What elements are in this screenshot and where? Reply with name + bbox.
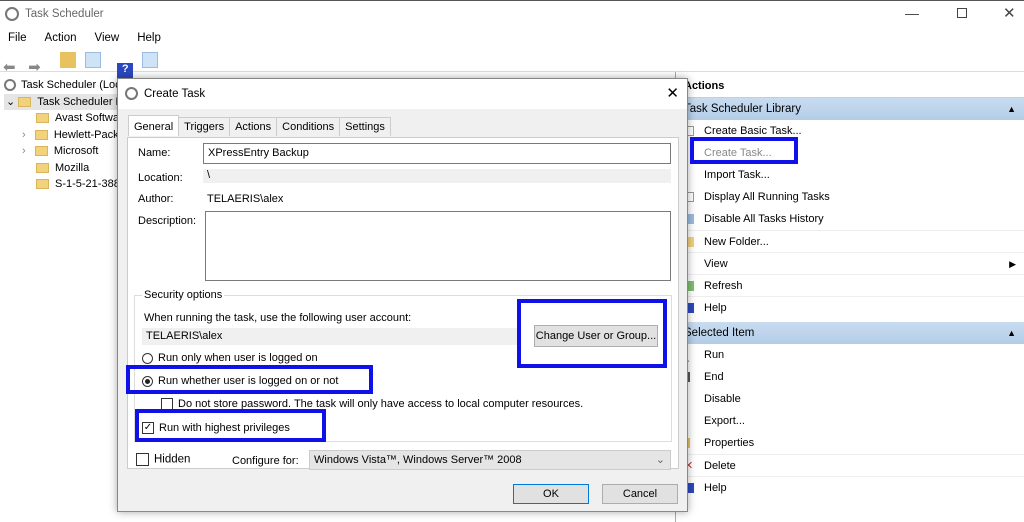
menu-help[interactable]: Help <box>137 32 161 44</box>
folder-icon <box>36 162 49 173</box>
back-icon[interactable]: ⬅ <box>3 60 19 76</box>
folder-icon <box>36 113 49 124</box>
security-options-legend: Security options <box>142 289 225 301</box>
expand-chevron-icon[interactable]: › <box>22 129 35 141</box>
folder-icon <box>34 146 48 157</box>
account-prompt: When running the task, use the following… <box>144 312 412 324</box>
tab-actions[interactable]: Actions <box>229 117 278 136</box>
action-display-running-tasks[interactable]: Display All Running Tasks <box>676 186 1024 208</box>
dialog-title: Create Task <box>144 88 206 100</box>
window-title: Task Scheduler <box>25 8 104 20</box>
action-properties[interactable]: Properties <box>676 432 1024 454</box>
description-label: Description: <box>138 215 197 227</box>
show-hide-console-tree-icon[interactable] <box>85 52 102 68</box>
account-value: TELAERIS\alex <box>142 328 520 345</box>
ok-button[interactable]: OK <box>513 484 589 504</box>
checkbox-hidden[interactable]: Hidden <box>136 453 190 466</box>
author-label: Author: <box>138 193 174 205</box>
tab-general[interactable]: General <box>128 115 180 136</box>
action-import-task[interactable]: Import Task... <box>676 164 1024 186</box>
minimize-button[interactable]: — <box>905 5 919 21</box>
action-delete[interactable]: ✕ Delete <box>676 454 1024 476</box>
radio-run-only-logged-on[interactable]: Run only when user is logged on <box>142 352 318 364</box>
checkbox[interactable] <box>136 453 149 466</box>
action-run[interactable]: ▸Run <box>676 344 1024 367</box>
section-selected-item[interactable]: Selected Item ▲ <box>676 322 1024 344</box>
maximize-button[interactable] <box>957 8 967 18</box>
action-refresh[interactable]: Refresh <box>676 274 1024 296</box>
configure-for-select[interactable]: Windows Vista™, Windows Server™ 2008 ⌄ <box>309 450 671 470</box>
submenu-arrow-icon: ▶ <box>1009 259 1016 269</box>
author-value: TELAERIS\alex <box>207 193 284 205</box>
collapse-icon[interactable]: ▲ <box>1007 322 1016 344</box>
action-export[interactable]: Export... <box>676 410 1024 432</box>
dialog-title-bar: Create Task ✕ <box>118 79 687 109</box>
name-label: Name: <box>138 147 171 159</box>
menu-bar: File Action View Help <box>0 28 171 48</box>
name-input[interactable]: XPressEntry Backup <box>203 143 671 164</box>
radio-button[interactable] <box>142 352 153 364</box>
action-end[interactable]: End <box>676 366 1024 388</box>
folder-icon <box>36 179 49 190</box>
clock-icon <box>4 79 16 92</box>
action-disable[interactable]: Disable <box>676 388 1024 410</box>
show-hide-action-pane-icon[interactable] <box>142 52 159 68</box>
clock-icon <box>5 7 19 21</box>
highlight-create-task <box>690 137 798 164</box>
tab-settings[interactable]: Settings <box>339 117 391 136</box>
location-label: Location: <box>138 172 183 184</box>
tab-strip: General Triggers Actions Conditions Sett… <box>128 115 391 136</box>
action-disable-history[interactable]: Disable All Tasks History <box>676 208 1024 230</box>
action-help[interactable]: Help <box>676 296 1024 318</box>
highlight-run-whether <box>126 365 373 394</box>
action-new-folder[interactable]: New Folder... <box>676 230 1024 252</box>
dialog-close-button[interactable]: ✕ <box>666 79 679 109</box>
action-help-selected[interactable]: Help <box>676 476 1024 498</box>
menu-view[interactable]: View <box>95 32 120 44</box>
tab-conditions[interactable]: Conditions <box>276 117 341 136</box>
cancel-button[interactable]: Cancel <box>602 484 678 504</box>
create-task-dialog: Create Task ✕ General Triggers Actions C… <box>117 78 688 512</box>
chevron-down-icon[interactable]: ⌄ <box>656 453 665 467</box>
close-button[interactable]: ✕ <box>1003 4 1016 22</box>
folder-icon <box>18 96 32 107</box>
collapse-icon[interactable]: ▲ <box>1007 98 1016 120</box>
highlight-highest-privileges <box>135 409 326 442</box>
forward-icon[interactable]: ➡ <box>28 60 44 76</box>
expand-chevron-icon[interactable]: › <box>22 145 35 157</box>
actions-header: Actions <box>676 72 1024 98</box>
description-input[interactable] <box>205 211 671 281</box>
expand-chevron-icon[interactable]: ⌄ <box>6 96 18 108</box>
location-value: \ <box>203 169 671 183</box>
highlight-change-user <box>517 299 667 368</box>
folder-icon <box>34 129 48 140</box>
up-folder-icon[interactable] <box>60 52 77 68</box>
menu-file[interactable]: File <box>8 32 27 44</box>
clock-icon <box>125 87 138 100</box>
tab-triggers[interactable]: Triggers <box>178 117 231 136</box>
title-bar: Task Scheduler — ✕ <box>0 0 1024 28</box>
configure-for-label: Configure for: <box>232 455 299 467</box>
menu-action[interactable]: Action <box>45 32 77 44</box>
toolbar: ⬅ ➡ ? <box>0 48 1024 79</box>
section-task-scheduler-library[interactable]: Task Scheduler Library ▲ <box>676 98 1024 120</box>
action-view[interactable]: View ▶ <box>676 252 1024 274</box>
